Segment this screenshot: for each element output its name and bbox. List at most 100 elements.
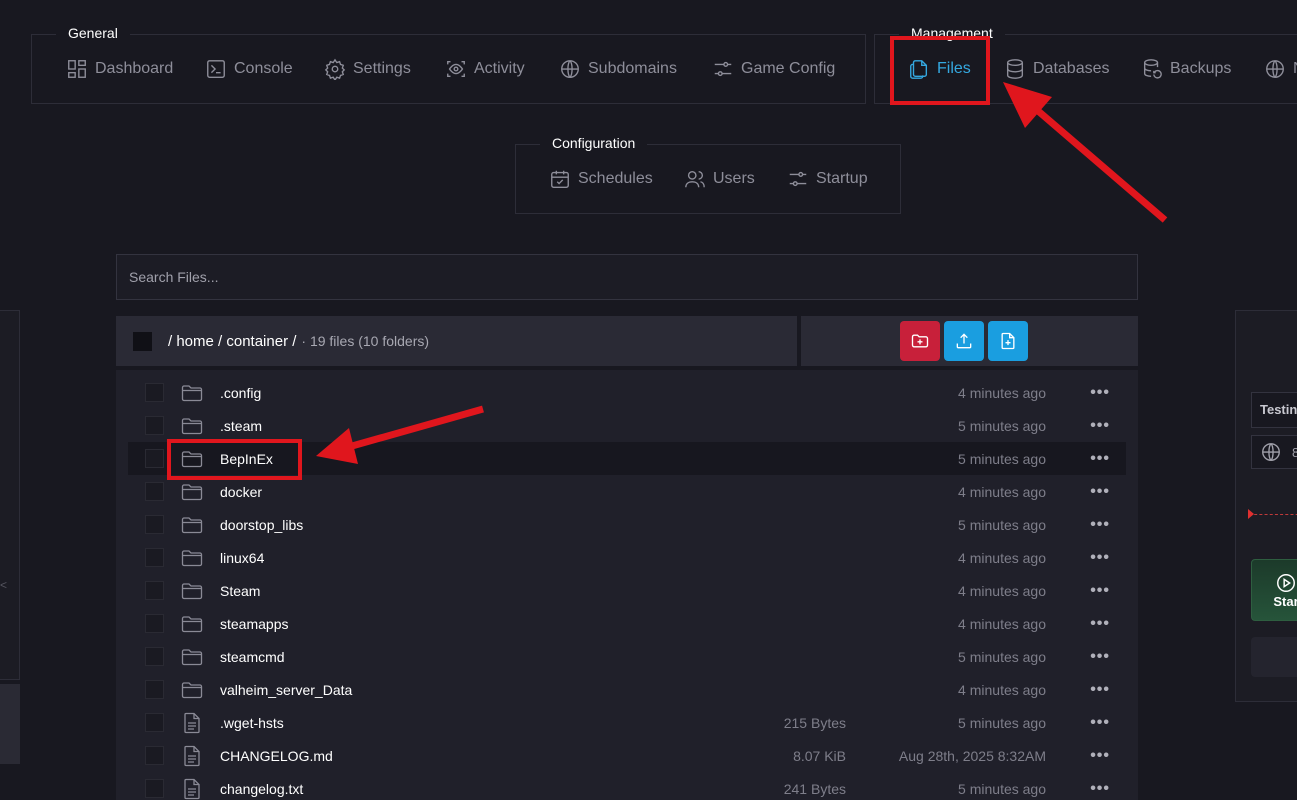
server-name-field[interactable]: Testin [1251,392,1297,428]
file-name[interactable]: steamapps [220,616,288,632]
nav-item-label: Startup [816,170,868,187]
file-name[interactable]: .wget-hsts [220,715,284,731]
file-row[interactable]: changelog.txt 241 Bytes 5 minutes ago ••• [128,772,1126,800]
more-options-icon[interactable]: ••• [1090,417,1110,435]
file-name[interactable]: .steam [220,418,262,434]
nav-item-network[interactable]: N [1264,58,1297,80]
gear-icon [324,58,346,80]
file-name[interactable]: linux64 [220,550,264,566]
row-checkbox[interactable] [145,416,164,435]
more-options-icon[interactable]: ••• [1090,516,1110,534]
row-checkbox[interactable] [145,614,164,633]
secondary-power-button[interactable] [1251,637,1297,677]
file-name[interactable]: .config [220,385,261,401]
file-name[interactable]: CHANGELOG.md [220,748,333,764]
file-icon [180,744,204,768]
nav-item-files[interactable]: Files [908,58,971,80]
file-row[interactable]: doorstop_libs 5 minutes ago ••• [128,508,1126,541]
file-row[interactable]: .wget-hsts 215 Bytes 5 minutes ago ••• [128,706,1126,739]
folder-icon [181,582,203,599]
database-icon [1006,59,1024,79]
upload-button[interactable] [944,321,984,361]
row-checkbox[interactable] [145,383,164,402]
left-side-panel [0,310,20,680]
row-checkbox[interactable] [145,449,164,468]
row-checkbox[interactable] [145,713,164,732]
nav-item-game-config[interactable]: Game Config [712,58,835,80]
file-name[interactable]: docker [220,484,262,500]
row-checkbox[interactable] [145,779,164,798]
row-checkbox[interactable] [145,647,164,666]
file-modified: Aug 28th, 2025 8:32AM [898,747,1046,764]
file-row[interactable]: steamapps 4 minutes ago ••• [128,607,1126,640]
file-name[interactable]: changelog.txt [220,781,303,797]
folder-icon [181,615,203,632]
row-checkbox[interactable] [145,680,164,699]
file-row[interactable]: .config 4 minutes ago ••• [128,376,1126,409]
file-name[interactable]: BepInEx [220,451,273,467]
backup-icon [1143,59,1162,79]
new-file-button[interactable] [988,321,1028,361]
globe-icon [1266,60,1284,78]
file-modified: 5 minutes ago [958,648,1046,665]
start-button[interactable]: Star [1251,559,1297,621]
file-size: 241 Bytes [783,780,846,797]
row-checkbox[interactable] [145,581,164,600]
server-address[interactable]: 8 [1251,435,1297,469]
file-row[interactable]: docker 4 minutes ago ••• [128,475,1126,508]
nav-item-settings[interactable]: Settings [324,58,411,80]
file-row[interactable]: steamcmd 5 minutes ago ••• [128,640,1126,673]
play-icon [1277,573,1295,592]
file-name[interactable]: valheim_server_Data [220,682,352,698]
more-options-icon[interactable]: ••• [1090,582,1110,600]
nav-item-schedules[interactable]: Schedules [549,168,653,190]
file-row[interactable]: linux64 4 minutes ago ••• [128,541,1126,574]
file-row[interactable]: .steam 5 minutes ago ••• [128,409,1126,442]
nav-item-subdomains[interactable]: Subdomains [559,58,677,80]
row-checkbox[interactable] [145,482,164,501]
more-options-icon[interactable]: ••• [1090,450,1110,468]
nav-item-users[interactable]: Users [684,168,755,190]
more-options-icon[interactable]: ••• [1090,648,1110,666]
row-checkbox[interactable] [145,746,164,765]
more-options-icon[interactable]: ••• [1090,483,1110,501]
more-options-icon[interactable]: ••• [1090,615,1110,633]
file-row[interactable]: CHANGELOG.md 8.07 KiB Aug 28th, 2025 8:32A… [128,739,1126,772]
file-name[interactable]: doorstop_libs [220,517,303,533]
more-options-icon[interactable]: ••• [1090,549,1110,567]
breadcrumb[interactable]: / home / container / [168,333,296,350]
nav-item-databases[interactable]: Databases [1004,58,1110,80]
more-options-icon[interactable]: ••• [1090,384,1110,402]
file-row[interactable]: Steam 4 minutes ago ••• [128,574,1126,607]
nav-group-title: Configuration [540,128,648,158]
row-checkbox[interactable] [145,548,164,567]
folder-icon [180,678,204,702]
row-checkbox[interactable] [145,515,164,534]
nav-item-activity[interactable]: Activity [445,58,525,80]
file-name[interactable]: Steam [220,583,260,599]
more-options-icon[interactable]: ••• [1090,780,1110,798]
file-modified: 5 minutes ago [958,450,1046,467]
file-modified: 4 minutes ago [958,384,1046,401]
nav-item-label: Users [713,170,755,187]
more-options-icon[interactable]: ••• [1090,714,1110,732]
nav-item-console[interactable]: Console [205,58,293,80]
file-plus-icon [1001,332,1015,350]
nav-item-startup[interactable]: Startup [787,168,868,190]
folder-icon [181,549,203,566]
file-modified: 4 minutes ago [958,549,1046,566]
more-options-icon[interactable]: ••• [1090,681,1110,699]
new-folder-button[interactable] [900,321,940,361]
file-row[interactable]: valheim_server_Data 4 minutes ago ••• [128,673,1126,706]
nav-item-label: Subdomains [588,60,677,77]
file-row[interactable]: BepInEx 5 minutes ago ••• [128,442,1126,475]
file-name[interactable]: steamcmd [220,649,285,665]
select-all-checkbox[interactable] [133,331,152,351]
file-modified: 5 minutes ago [958,417,1046,434]
search-input[interactable] [116,254,1138,300]
file-modified: 5 minutes ago [958,516,1046,533]
nav-item-label: Dashboard [95,60,174,77]
nav-item-dashboard[interactable]: Dashboard [66,58,173,80]
nav-item-backups[interactable]: Backups [1141,58,1231,80]
more-options-icon[interactable]: ••• [1090,747,1110,765]
